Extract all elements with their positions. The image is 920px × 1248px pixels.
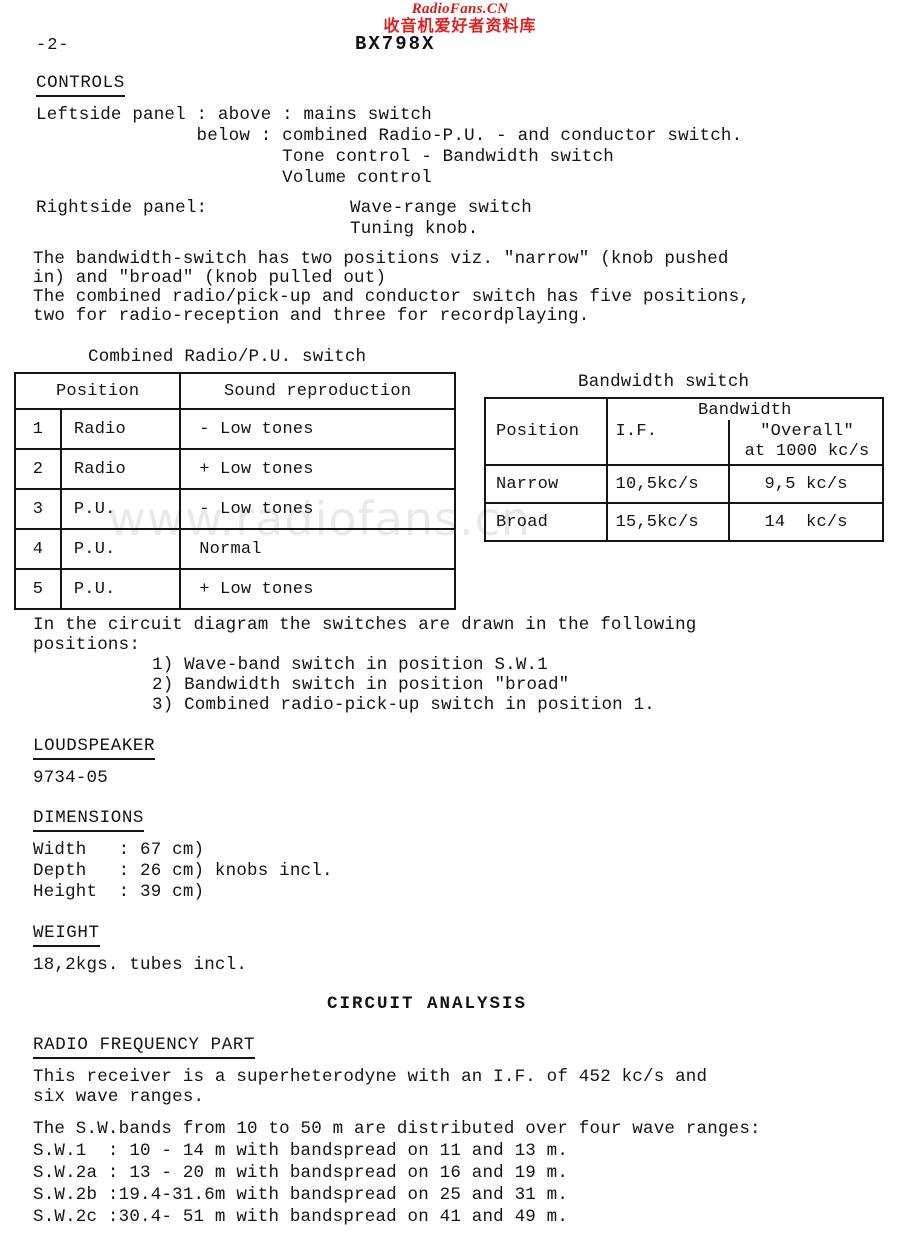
- cell-position: Narrow: [484, 464, 608, 504]
- loudspeaker-heading: LOUDSPEAKER: [33, 736, 156, 760]
- circuit-analysis-title: CIRCUIT ANALYSIS: [327, 994, 528, 1014]
- header-bandwidth: Bandwidth: [605, 397, 885, 420]
- cell-source: P.U.: [59, 488, 182, 530]
- table-row: 5 P.U. + Low tones: [14, 568, 456, 610]
- bandwidth-paragraph-line-4: two for radio-reception and three for re…: [33, 306, 590, 326]
- cell-source: Radio: [59, 448, 182, 490]
- header-overall-line2: at 1000 kc/s: [744, 442, 870, 461]
- controls-heading: CONTROLS: [36, 73, 125, 97]
- loudspeaker-value: 9734-05: [33, 768, 108, 788]
- circuit-position-item-2: 2) Bandwidth switch in position "broad": [152, 675, 570, 695]
- table-row: 4 P.U. Normal: [14, 528, 456, 570]
- combined-radio-pu-switch-table: Position Sound reproduction 1 Radio - Lo…: [13, 372, 456, 610]
- controls-line-3: Tone control - Bandwidth switch: [36, 147, 614, 167]
- cell-position-number: 2: [14, 448, 62, 490]
- cell-source: P.U.: [59, 568, 182, 610]
- table-header-row: Position Sound reproduction: [13, 372, 456, 410]
- header-position: Position: [484, 397, 608, 465]
- header-position: Position: [13, 372, 182, 410]
- cell-overall: 14 kc/s: [728, 502, 884, 542]
- cell-position-number: 3: [14, 488, 62, 530]
- table-header-row: Position Bandwidth: [484, 397, 885, 465]
- cell-source: P.U.: [59, 528, 182, 570]
- rightside-item-1: Wave-range switch: [350, 198, 532, 218]
- dimensions-heading: DIMENSIONS: [33, 808, 145, 832]
- header-overall: "Overall" at 1000 kc/s: [728, 420, 884, 466]
- cell-sound: Normal: [179, 528, 456, 570]
- sw-band-row-1: S.W.1 : 10 - 14 m with bandspread on 11 …: [33, 1141, 569, 1161]
- circuit-position-item-1: 1) Wave-band switch in position S.W.1: [152, 655, 548, 675]
- bandwidth-table-caption: Bandwidth switch: [578, 372, 750, 392]
- dimensions-line-2: Depth : 26 cm) knobs incl.: [33, 861, 333, 881]
- radio-frequency-part-heading: RADIO FREQUENCY PART: [33, 1035, 256, 1059]
- cell-position-number: 5: [14, 568, 62, 610]
- rf-paragraph-line-1: This receiver is a superheterodyne with …: [33, 1067, 708, 1087]
- combined-table-caption: Combined Radio/P.U. switch: [88, 347, 367, 367]
- rightside-panel-label: Rightside panel:: [36, 198, 208, 218]
- table-row: Narrow 10,5kc/s 9,5 kc/s: [484, 464, 884, 504]
- dimensions-line-3: Height : 39 cm): [33, 882, 205, 902]
- rightside-item-2: Tuning knob.: [350, 219, 479, 239]
- cell-overall: 9,5 kc/s: [728, 464, 884, 504]
- cell-position-number: 4: [14, 528, 62, 570]
- cell-sound: + Low tones: [179, 448, 456, 490]
- sw-band-row-2: S.W.2a : 13 - 20 m with bandspread on 16…: [33, 1163, 569, 1183]
- header-sound-reproduction: Sound reproduction: [179, 372, 456, 410]
- sw-band-row-3: S.W.2b :19.4-31.6m with bandspread on 25…: [33, 1185, 569, 1205]
- weight-heading: WEIGHT: [33, 923, 100, 947]
- table-row: Broad 15,5kc/s 14 kc/s: [484, 502, 884, 542]
- sw-bands-intro: The S.W.bands from 10 to 50 m are distri…: [33, 1119, 761, 1139]
- radiofans-watermark: RadioFans.CN 收音机爱好者资料库: [0, 2, 920, 35]
- cell-sound: - Low tones: [179, 408, 456, 450]
- controls-line-1: Leftside panel : above : mains switch: [36, 105, 432, 125]
- controls-line-4: Volume control: [36, 168, 432, 188]
- header-overall-line1: "Overall": [760, 422, 854, 441]
- cell-sound: - Low tones: [179, 488, 456, 530]
- cell-if: 10,5kc/s: [605, 464, 731, 504]
- watermark-brand: RadioFans.CN: [411, 1, 509, 17]
- circuit-position-item-3: 3) Combined radio-pick-up switch in posi…: [152, 695, 655, 715]
- cell-position-number: 1: [14, 408, 62, 450]
- dimensions-line-1: Width : 67 cm): [33, 840, 205, 860]
- cell-sound: + Low tones: [179, 568, 456, 610]
- bandwidth-switch-table: Position Bandwidth I.F. "Overall" at 1000…: [484, 397, 885, 542]
- table-row: 2 Radio + Low tones: [14, 448, 456, 490]
- controls-line-2: below : combined Radio-P.U. - and conduc…: [36, 126, 743, 146]
- cell-source: Radio: [59, 408, 182, 450]
- watermark-brand-cn: 收音机爱好者资料库: [383, 16, 537, 35]
- table-row: 1 Radio - Low tones: [14, 408, 456, 450]
- page-number: -2-: [36, 36, 70, 55]
- cell-position: Broad: [484, 502, 608, 542]
- weight-value: 18,2kgs. tubes incl.: [33, 955, 248, 975]
- model-title: BX798X: [355, 33, 436, 55]
- cell-if: 15,5kc/s: [605, 502, 731, 542]
- header-if: I.F.: [605, 420, 731, 466]
- sw-band-row-4: S.W.2c :30.4- 51 m with bandspread on 41…: [33, 1207, 569, 1227]
- circuit-positions-intro-1: In the circuit diagram the switches are …: [33, 615, 697, 635]
- rf-paragraph-line-2: six wave ranges.: [33, 1087, 205, 1107]
- circuit-positions-intro-2: positions:: [33, 635, 141, 655]
- table-row: 3 P.U. - Low tones: [14, 488, 456, 530]
